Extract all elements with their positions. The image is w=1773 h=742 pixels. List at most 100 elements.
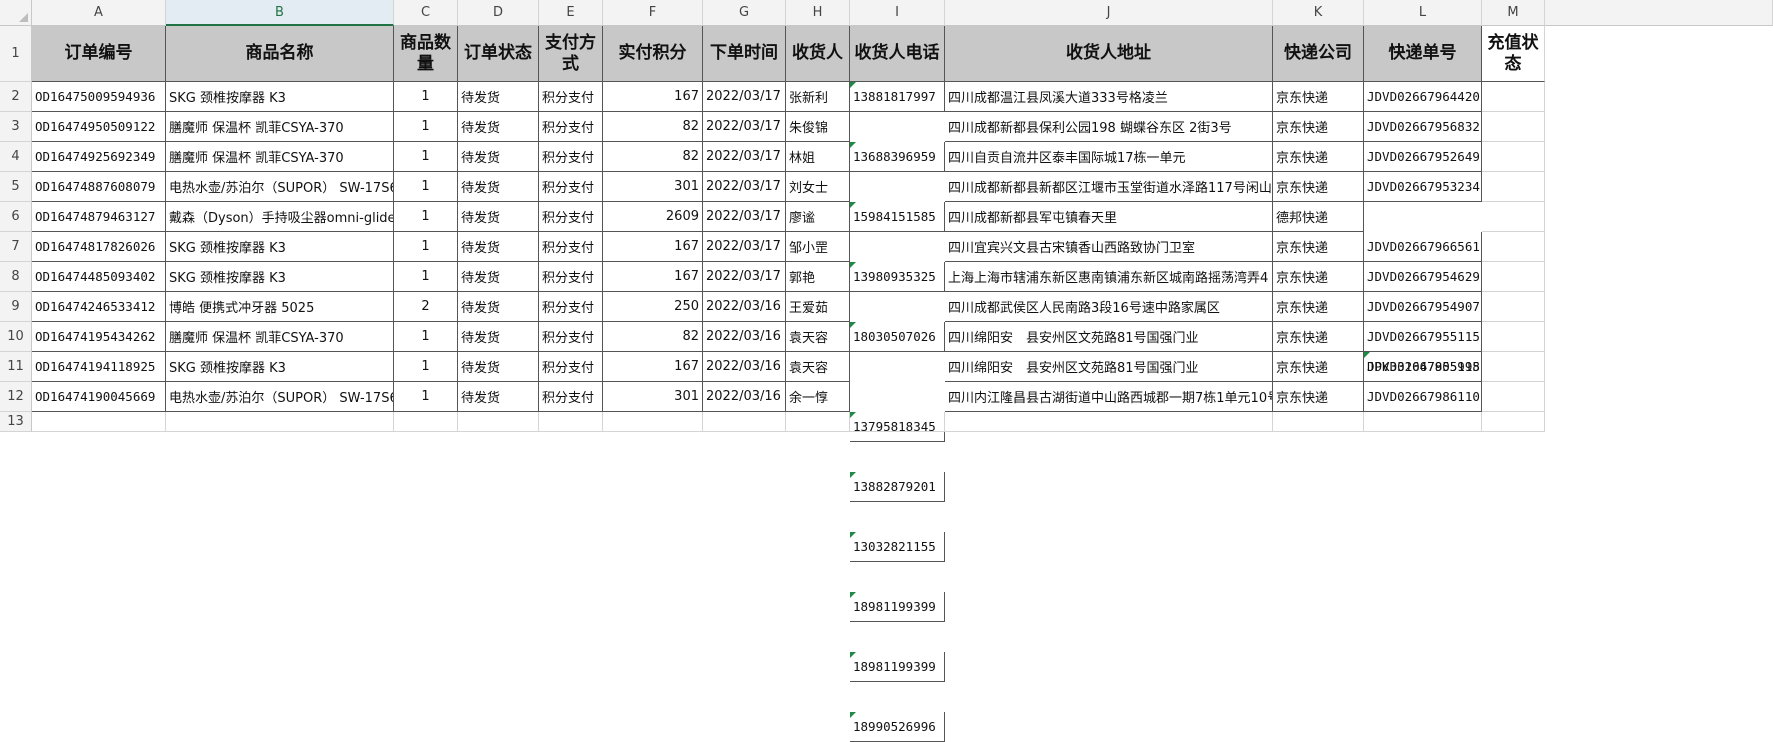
- cell-d2[interactable]: 待发货: [458, 82, 539, 112]
- cell-c4[interactable]: 1: [394, 142, 458, 172]
- row-header-13[interactable]: 13: [0, 412, 32, 432]
- cell-k4[interactable]: 京东快递: [1273, 142, 1364, 172]
- cell-c13[interactable]: [394, 412, 458, 432]
- cell-k10[interactable]: 京东快递: [1273, 322, 1364, 352]
- cell-a4[interactable]: OD16474925692349: [32, 142, 166, 172]
- cell-l9[interactable]: JDVD02667954907: [1364, 292, 1482, 322]
- cell-k8[interactable]: 京东快递: [1273, 262, 1364, 292]
- cell-d13[interactable]: [458, 412, 539, 432]
- cell-h5[interactable]: 刘女士: [786, 172, 850, 202]
- cell-m3[interactable]: [1482, 112, 1545, 142]
- column-header-h[interactable]: H: [786, 0, 850, 26]
- cell-g8[interactable]: 2022/03/17 0: [703, 262, 786, 292]
- cell-j6[interactable]: 四川成都新都县军屯镇春天里: [945, 202, 1273, 232]
- cell-b5[interactable]: 电热水壶/苏泊尔（SUPOR） SW-17S62: [166, 172, 394, 202]
- cell-j8[interactable]: 上海上海市辖浦东新区惠南镇浦东新区城南路摇荡湾弄4: [945, 262, 1273, 292]
- cell-g13[interactable]: [703, 412, 786, 432]
- cell-e5[interactable]: 积分支付: [539, 172, 603, 202]
- cell-a3[interactable]: OD16474950509122: [32, 112, 166, 142]
- cell-d8[interactable]: 待发货: [458, 262, 539, 292]
- cell-d9[interactable]: 待发货: [458, 292, 539, 322]
- cell-f10[interactable]: 82: [603, 322, 703, 352]
- cell-i4[interactable]: 15984151585: [850, 202, 945, 232]
- cell-a10[interactable]: OD16474195434262: [32, 322, 166, 352]
- cell-j13[interactable]: [945, 412, 1273, 432]
- cell-g10[interactable]: 2022/03/16 1: [703, 322, 786, 352]
- cell-l7[interactable]: JDVD02667966561: [1364, 232, 1482, 262]
- column-header-i[interactable]: I: [850, 0, 945, 26]
- cell-b4[interactable]: 膳魔师 保温杯 凯菲CSYA-370: [166, 142, 394, 172]
- cell-j12[interactable]: 四川内江隆昌县古湖街道中山路西城郡一期7栋1单元10号: [945, 382, 1273, 412]
- cell-l10[interactable]: JDVD02667955115: [1364, 322, 1482, 352]
- spreadsheet-grid[interactable]: A B C D E F G H I J K L M 1 2 3 4 5 6 7 8 9 10 11 12 13 订单编号 商品名称 商品…: [0, 0, 1773, 742]
- cell-k11[interactable]: 京东快递: [1273, 352, 1364, 382]
- cell-i12[interactable]: 18990526996: [850, 712, 945, 742]
- cell-f2[interactable]: 167: [603, 82, 703, 112]
- cell-l3[interactable]: JDVD02667956832: [1364, 112, 1482, 142]
- cell-l11[interactable]: JDVD02667955115: [1364, 352, 1482, 382]
- cell-d4[interactable]: 待发货: [458, 142, 539, 172]
- cell-i9[interactable]: 13032821155: [850, 532, 945, 562]
- cell-b9[interactable]: 博皓 便携式冲牙器 5025: [166, 292, 394, 322]
- cell-k12[interactable]: 京东快递: [1273, 382, 1364, 412]
- cell-l12[interactable]: JDVD02667986110: [1364, 382, 1482, 412]
- cell-k2[interactable]: 京东快递: [1273, 82, 1364, 112]
- cell-m13[interactable]: [1482, 412, 1545, 432]
- cell-f13[interactable]: [603, 412, 703, 432]
- cell-j7[interactable]: 四川宜宾兴文县古宋镇香山西路致协门卫室: [945, 232, 1273, 262]
- cell-k5[interactable]: 京东快递: [1273, 172, 1364, 202]
- cell-h10[interactable]: 袁天容: [786, 322, 850, 352]
- column-header-l[interactable]: L: [1364, 0, 1482, 26]
- cell-h9[interactable]: 王爱茹: [786, 292, 850, 322]
- header-cell-a[interactable]: 订单编号: [32, 26, 166, 82]
- cell-m11[interactable]: [1482, 352, 1545, 382]
- row-header-2[interactable]: 2: [0, 82, 32, 112]
- cell-m2[interactable]: [1482, 82, 1545, 112]
- cell-c10[interactable]: 1: [394, 322, 458, 352]
- cell-d11[interactable]: 待发货: [458, 352, 539, 382]
- cell-g2[interactable]: 2022/03/17 1: [703, 82, 786, 112]
- cell-e10[interactable]: 积分支付: [539, 322, 603, 352]
- cell-i8[interactable]: 13882879201: [850, 472, 945, 502]
- cell-l13[interactable]: [1364, 412, 1482, 432]
- cell-d6[interactable]: 待发货: [458, 202, 539, 232]
- cell-a8[interactable]: OD16474485093402: [32, 262, 166, 292]
- cell-i10[interactable]: 18981199399: [850, 592, 945, 622]
- row-header-4[interactable]: 4: [0, 142, 32, 172]
- cell-h2[interactable]: 张新利: [786, 82, 850, 112]
- header-cell-g[interactable]: 下单时间: [703, 26, 786, 82]
- cell-h13[interactable]: [786, 412, 850, 432]
- cell-f3[interactable]: 82: [603, 112, 703, 142]
- cell-e2[interactable]: 积分支付: [539, 82, 603, 112]
- cell-f12[interactable]: 301: [603, 382, 703, 412]
- cell-j11[interactable]: 四川绵阳安 县安州区文苑路81号国强门业: [945, 352, 1273, 382]
- column-header-m[interactable]: M: [1482, 0, 1545, 26]
- cell-i5[interactable]: 13980935325: [850, 262, 945, 292]
- cell-i6[interactable]: 18030507026: [850, 322, 945, 352]
- column-header-e[interactable]: E: [539, 0, 603, 26]
- cell-h8[interactable]: 郭艳: [786, 262, 850, 292]
- cell-e9[interactable]: 积分支付: [539, 292, 603, 322]
- cell-l4[interactable]: JDVD02667952649: [1364, 142, 1482, 172]
- cell-i13[interactable]: [850, 412, 945, 432]
- cell-h11[interactable]: 袁天容: [786, 352, 850, 382]
- cell-k13[interactable]: [1273, 412, 1364, 432]
- row-header-11[interactable]: 11: [0, 352, 32, 382]
- header-cell-k[interactable]: 快递公司: [1273, 26, 1364, 82]
- cell-e12[interactable]: 积分支付: [539, 382, 603, 412]
- cell-j9[interactable]: 四川成都武侯区人民南路3段16号速中路家属区: [945, 292, 1273, 322]
- cell-k7[interactable]: 京东快递: [1273, 232, 1364, 262]
- cell-c9[interactable]: 2: [394, 292, 458, 322]
- column-header-b[interactable]: B: [166, 0, 394, 26]
- header-cell-m[interactable]: 充值状态: [1482, 26, 1545, 82]
- cell-m5[interactable]: [1482, 172, 1545, 202]
- header-cell-f[interactable]: 实付积分: [603, 26, 703, 82]
- row-header-9[interactable]: 9: [0, 292, 32, 322]
- cell-k6[interactable]: 德邦快递: [1273, 202, 1364, 232]
- cell-e7[interactable]: 积分支付: [539, 232, 603, 262]
- cell-e11[interactable]: 积分支付: [539, 352, 603, 382]
- cell-c2[interactable]: 1: [394, 82, 458, 112]
- cell-b2[interactable]: SKG 颈椎按摩器 K3: [166, 82, 394, 112]
- cell-b6[interactable]: 戴森（Dyson）手持吸尘器omni-glide: [166, 202, 394, 232]
- cell-c11[interactable]: 1: [394, 352, 458, 382]
